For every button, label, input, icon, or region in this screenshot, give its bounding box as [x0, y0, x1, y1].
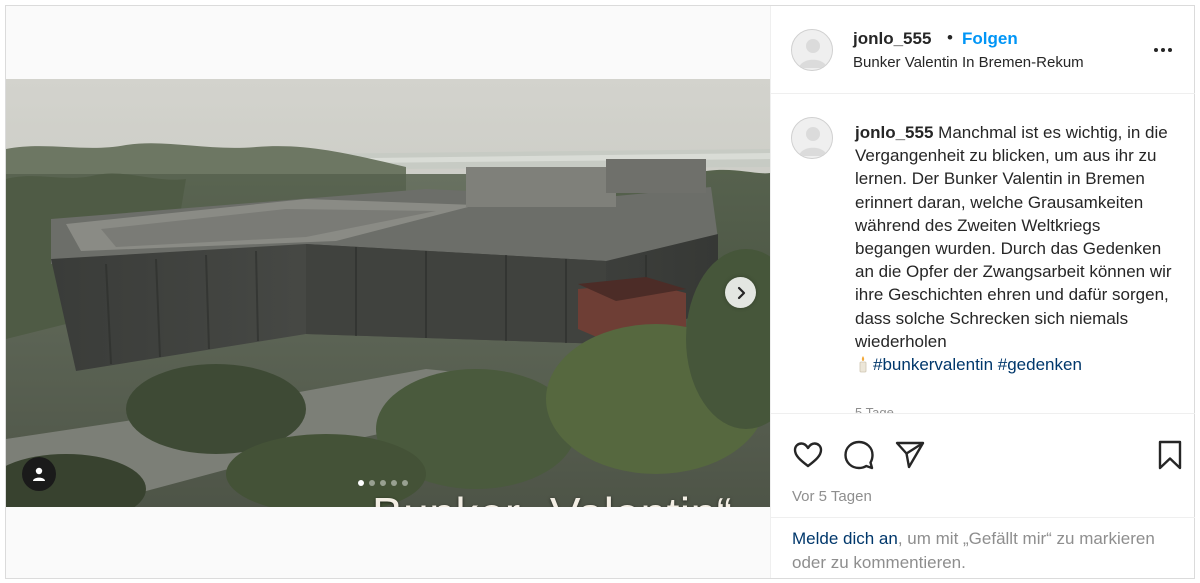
heart-icon — [793, 442, 823, 468]
carousel-dot — [369, 480, 375, 486]
carousel-dot — [402, 480, 408, 486]
bunker-aerial-photo — [6, 79, 770, 507]
candle-emoji-icon — [859, 356, 867, 373]
media-pane: Bunker „Valentin“ — [6, 6, 770, 578]
next-image-button[interactable] — [725, 277, 756, 308]
header-separator: • — [947, 28, 953, 47]
more-dot — [1168, 48, 1172, 52]
save-button[interactable] — [1153, 438, 1187, 472]
carousel-dot — [358, 480, 364, 486]
post-side-panel: jonlo_555 • Folgen Bunker Valentin In Br… — [770, 6, 1195, 578]
caption-username[interactable]: jonlo_555 — [855, 123, 933, 142]
caption-text: Manchmal ist es wichtig, in die Vergange… — [855, 123, 1172, 351]
login-link[interactable]: Melde dich an — [792, 529, 898, 548]
share-button[interactable] — [893, 438, 927, 472]
comment-button[interactable] — [842, 438, 876, 472]
photo-overlay-text: Bunker „Valentin“ — [372, 487, 733, 507]
author-avatar[interactable] — [791, 29, 833, 71]
post-location[interactable]: Bunker Valentin In Bremen-Rekum — [853, 54, 1084, 71]
more-dot — [1161, 48, 1165, 52]
post-header: jonlo_555 • Folgen Bunker Valentin In Br… — [771, 6, 1195, 94]
post-dialog: Bunker „Valentin“ — [5, 5, 1195, 579]
carousel-dot — [391, 480, 397, 486]
speech-bubble-icon — [844, 440, 874, 470]
user-tag-icon — [33, 467, 45, 481]
more-dot — [1154, 48, 1158, 52]
caption-timestamp: 5 Tage — [855, 405, 894, 413]
chevron-right-icon — [737, 286, 745, 299]
paper-plane-icon — [895, 441, 925, 469]
post-actions: Vor 5 Tagen — [771, 413, 1195, 518]
more-options-icon[interactable] — [1149, 40, 1177, 60]
carousel-dot — [380, 480, 386, 486]
follow-button[interactable]: Folgen — [962, 29, 1018, 49]
post-caption: jonlo_555 Manchmal ist es wichtig, in di… — [855, 121, 1175, 376]
login-prompt: Melde dich an, um mit „Gefällt mir“ zu m… — [792, 527, 1182, 575]
hashtag-link[interactable]: #bunkervalentin — [873, 355, 993, 374]
bookmark-icon — [1158, 440, 1182, 470]
like-button[interactable] — [791, 438, 825, 472]
default-avatar-icon — [792, 118, 832, 158]
author-username[interactable]: jonlo_555 — [853, 29, 931, 49]
comments-section[interactable]: jonlo_555 Manchmal ist es wichtig, in di… — [771, 95, 1195, 413]
user-tags-button[interactable] — [22, 457, 56, 491]
post-timestamp: Vor 5 Tagen — [792, 488, 872, 505]
caption-author-avatar[interactable] — [791, 117, 833, 159]
carousel-indicator — [358, 480, 408, 486]
hashtag-link[interactable]: #gedenken — [998, 355, 1082, 374]
default-avatar-icon — [792, 30, 832, 70]
post-photo[interactable]: Bunker „Valentin“ — [6, 79, 770, 507]
